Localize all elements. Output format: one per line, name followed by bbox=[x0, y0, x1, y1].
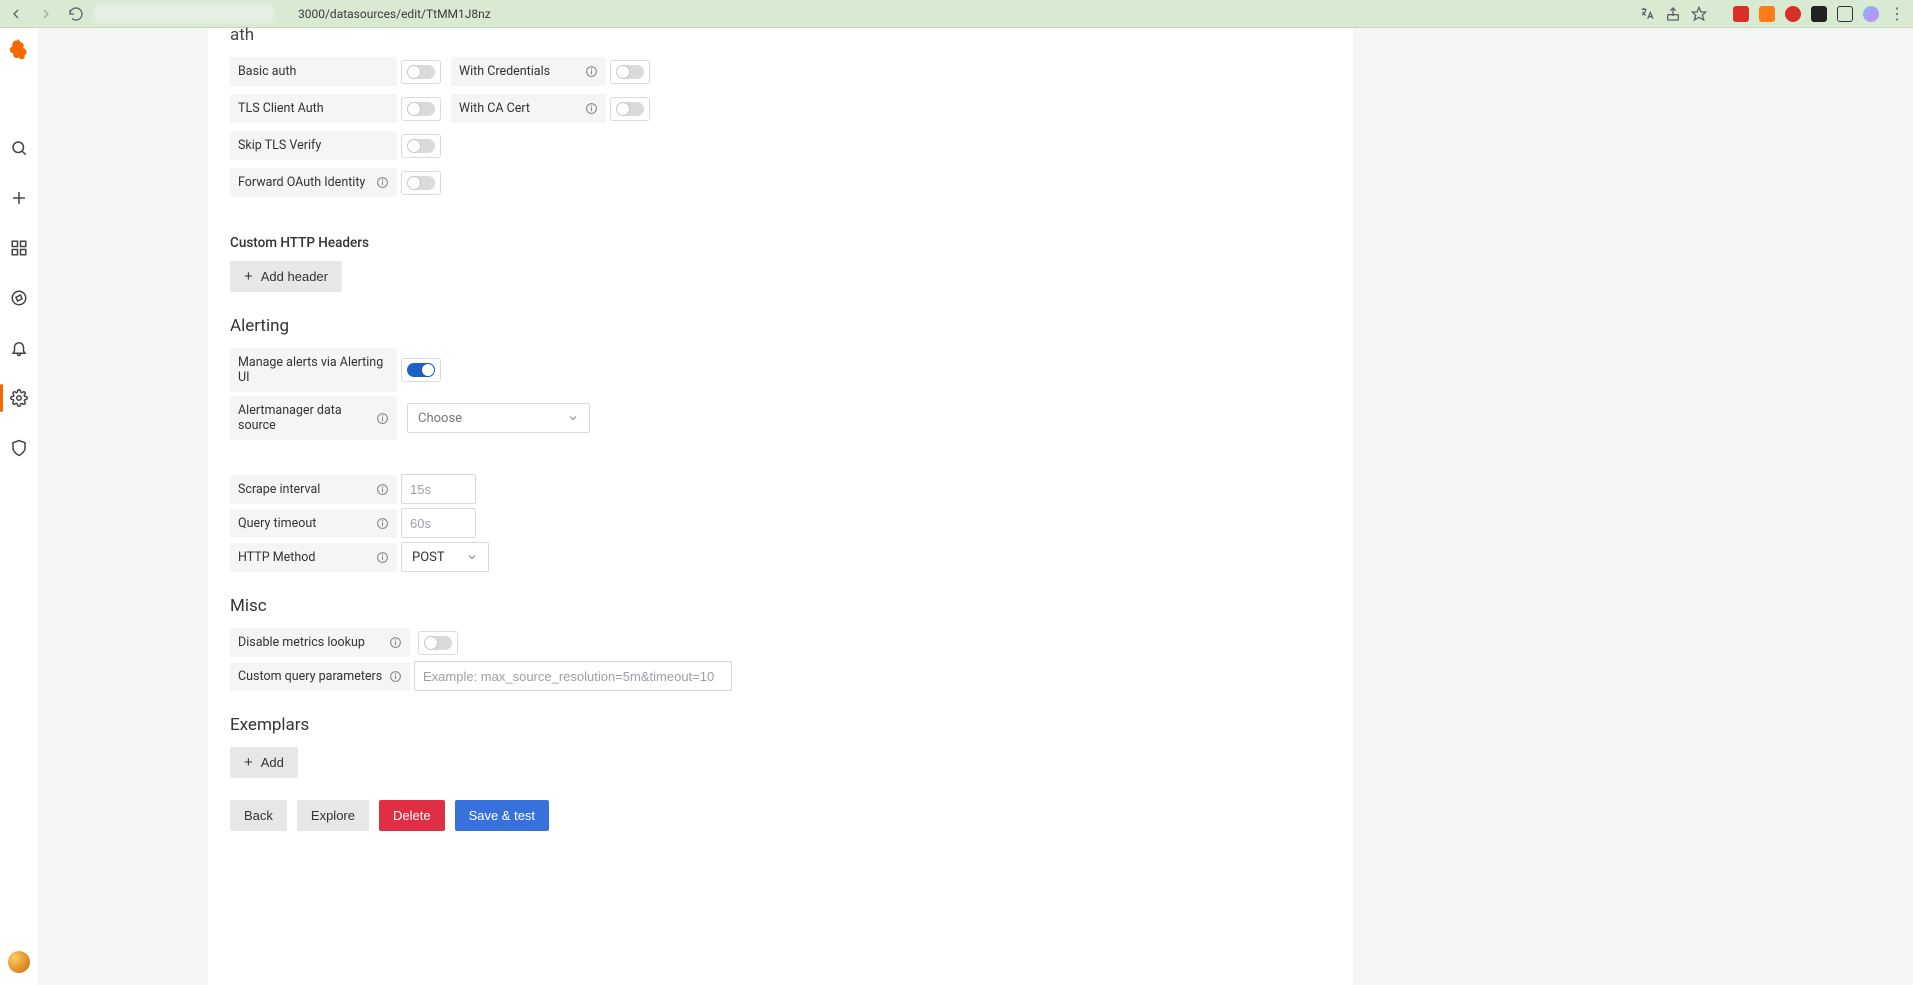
plus-icon: + bbox=[244, 755, 253, 770]
browser-chrome: 3000/datasources/edit/TtMM1J8nz ⋮ bbox=[0, 0, 1913, 28]
left-nav-rail bbox=[0, 28, 38, 985]
star-icon[interactable] bbox=[1691, 6, 1707, 22]
nav-search-icon[interactable] bbox=[7, 136, 31, 160]
custom-headers-title: Custom HTTP Headers bbox=[230, 235, 1331, 251]
chevron-down-icon bbox=[567, 412, 579, 424]
http-method-value: POST bbox=[412, 550, 445, 565]
ext-icon-square[interactable] bbox=[1837, 6, 1853, 22]
add-exemplar-button[interactable]: + Add bbox=[230, 747, 298, 778]
with-credentials-label: With Credentials bbox=[451, 57, 606, 86]
save-test-button[interactable]: Save & test bbox=[455, 800, 549, 831]
with-credentials-toggle[interactable] bbox=[610, 60, 650, 84]
basic-auth-toggle[interactable] bbox=[401, 60, 441, 84]
basic-auth-label: Basic auth bbox=[230, 57, 397, 86]
browser-reload-icon[interactable] bbox=[68, 6, 84, 22]
misc-section-title: Misc bbox=[230, 596, 1331, 616]
browser-forward-icon[interactable] bbox=[38, 6, 54, 22]
info-icon[interactable] bbox=[376, 176, 389, 189]
disable-lookup-label: Disable metrics lookup bbox=[230, 628, 410, 657]
forward-oauth-label: Forward OAuth Identity bbox=[230, 168, 397, 197]
nav-explore-icon[interactable] bbox=[7, 286, 31, 310]
forward-oauth-toggle[interactable] bbox=[401, 171, 441, 195]
skip-tls-verify-toggle[interactable] bbox=[401, 134, 441, 158]
plus-icon: + bbox=[244, 269, 253, 284]
nav-alerting-icon[interactable] bbox=[7, 336, 31, 360]
chevron-down-icon bbox=[466, 551, 478, 563]
info-icon[interactable] bbox=[585, 65, 598, 78]
nav-configuration-icon[interactable] bbox=[7, 386, 31, 410]
explore-button[interactable]: Explore bbox=[297, 800, 369, 831]
add-header-label: Add header bbox=[261, 269, 328, 284]
query-timeout-input[interactable] bbox=[401, 508, 476, 538]
datasource-settings-page: ath Basic auth TLS Client Auth Skip TLS … bbox=[208, 28, 1353, 985]
with-ca-cert-toggle[interactable] bbox=[610, 97, 650, 121]
custom-query-input[interactable] bbox=[414, 661, 732, 691]
info-icon[interactable] bbox=[376, 517, 389, 530]
info-icon[interactable] bbox=[389, 636, 402, 649]
disable-lookup-toggle[interactable] bbox=[418, 631, 458, 655]
custom-query-label: Custom query parameters bbox=[230, 662, 410, 691]
manage-alerts-label: Manage alerts via Alerting UI bbox=[230, 348, 397, 392]
nav-admin-icon[interactable] bbox=[7, 436, 31, 460]
user-avatar[interactable] bbox=[8, 951, 30, 973]
with-ca-cert-label: With CA Cert bbox=[451, 94, 606, 123]
add-exemplar-label: Add bbox=[261, 755, 284, 770]
ext-icon-1[interactable] bbox=[1733, 6, 1749, 22]
delete-button[interactable]: Delete bbox=[379, 800, 445, 831]
info-icon[interactable] bbox=[376, 483, 389, 496]
back-button[interactable]: Back bbox=[230, 800, 287, 831]
alerting-section-title: Alerting bbox=[230, 316, 1331, 336]
alertmanager-ds-select[interactable]: Choose bbox=[407, 403, 590, 433]
share-icon[interactable] bbox=[1665, 6, 1681, 22]
nav-dashboards-icon[interactable] bbox=[7, 236, 31, 260]
info-icon[interactable] bbox=[585, 102, 598, 115]
tls-client-auth-label: TLS Client Auth bbox=[230, 94, 397, 123]
select-placeholder: Choose bbox=[418, 411, 462, 426]
info-icon[interactable] bbox=[376, 551, 389, 564]
manage-alerts-toggle[interactable] bbox=[401, 358, 441, 382]
add-header-button[interactable]: + Add header bbox=[230, 261, 342, 292]
nav-create-icon[interactable] bbox=[7, 186, 31, 210]
scrape-interval-input[interactable] bbox=[401, 474, 476, 504]
browser-back-icon[interactable] bbox=[8, 6, 24, 22]
url-obscured bbox=[94, 5, 274, 23]
ext-icon-3[interactable] bbox=[1785, 6, 1801, 22]
browser-menu-icon[interactable]: ⋮ bbox=[1889, 4, 1905, 23]
scrape-interval-label: Scrape interval bbox=[230, 475, 397, 504]
info-icon[interactable] bbox=[389, 670, 402, 683]
browser-profile-avatar[interactable] bbox=[1863, 6, 1879, 22]
http-method-select[interactable]: POST bbox=[401, 542, 489, 572]
ext-icon-2[interactable] bbox=[1759, 6, 1775, 22]
exemplars-section-title: Exemplars bbox=[230, 715, 1331, 735]
grafana-logo-icon[interactable] bbox=[8, 38, 30, 60]
tls-client-auth-toggle[interactable] bbox=[401, 97, 441, 121]
browser-url[interactable]: 3000/datasources/edit/TtMM1J8nz bbox=[288, 7, 1629, 21]
auth-section-title: ath bbox=[230, 25, 1331, 45]
browser-extensions: ⋮ bbox=[1639, 4, 1905, 23]
alertmanager-ds-label: Alertmanager data source bbox=[230, 396, 397, 440]
info-icon[interactable] bbox=[376, 412, 389, 425]
skip-tls-verify-label: Skip TLS Verify bbox=[230, 131, 397, 160]
http-method-label: HTTP Method bbox=[230, 543, 397, 572]
translate-icon[interactable] bbox=[1639, 6, 1655, 22]
ext-icon-puzzle[interactable] bbox=[1811, 6, 1827, 22]
query-timeout-label: Query timeout bbox=[230, 509, 397, 538]
